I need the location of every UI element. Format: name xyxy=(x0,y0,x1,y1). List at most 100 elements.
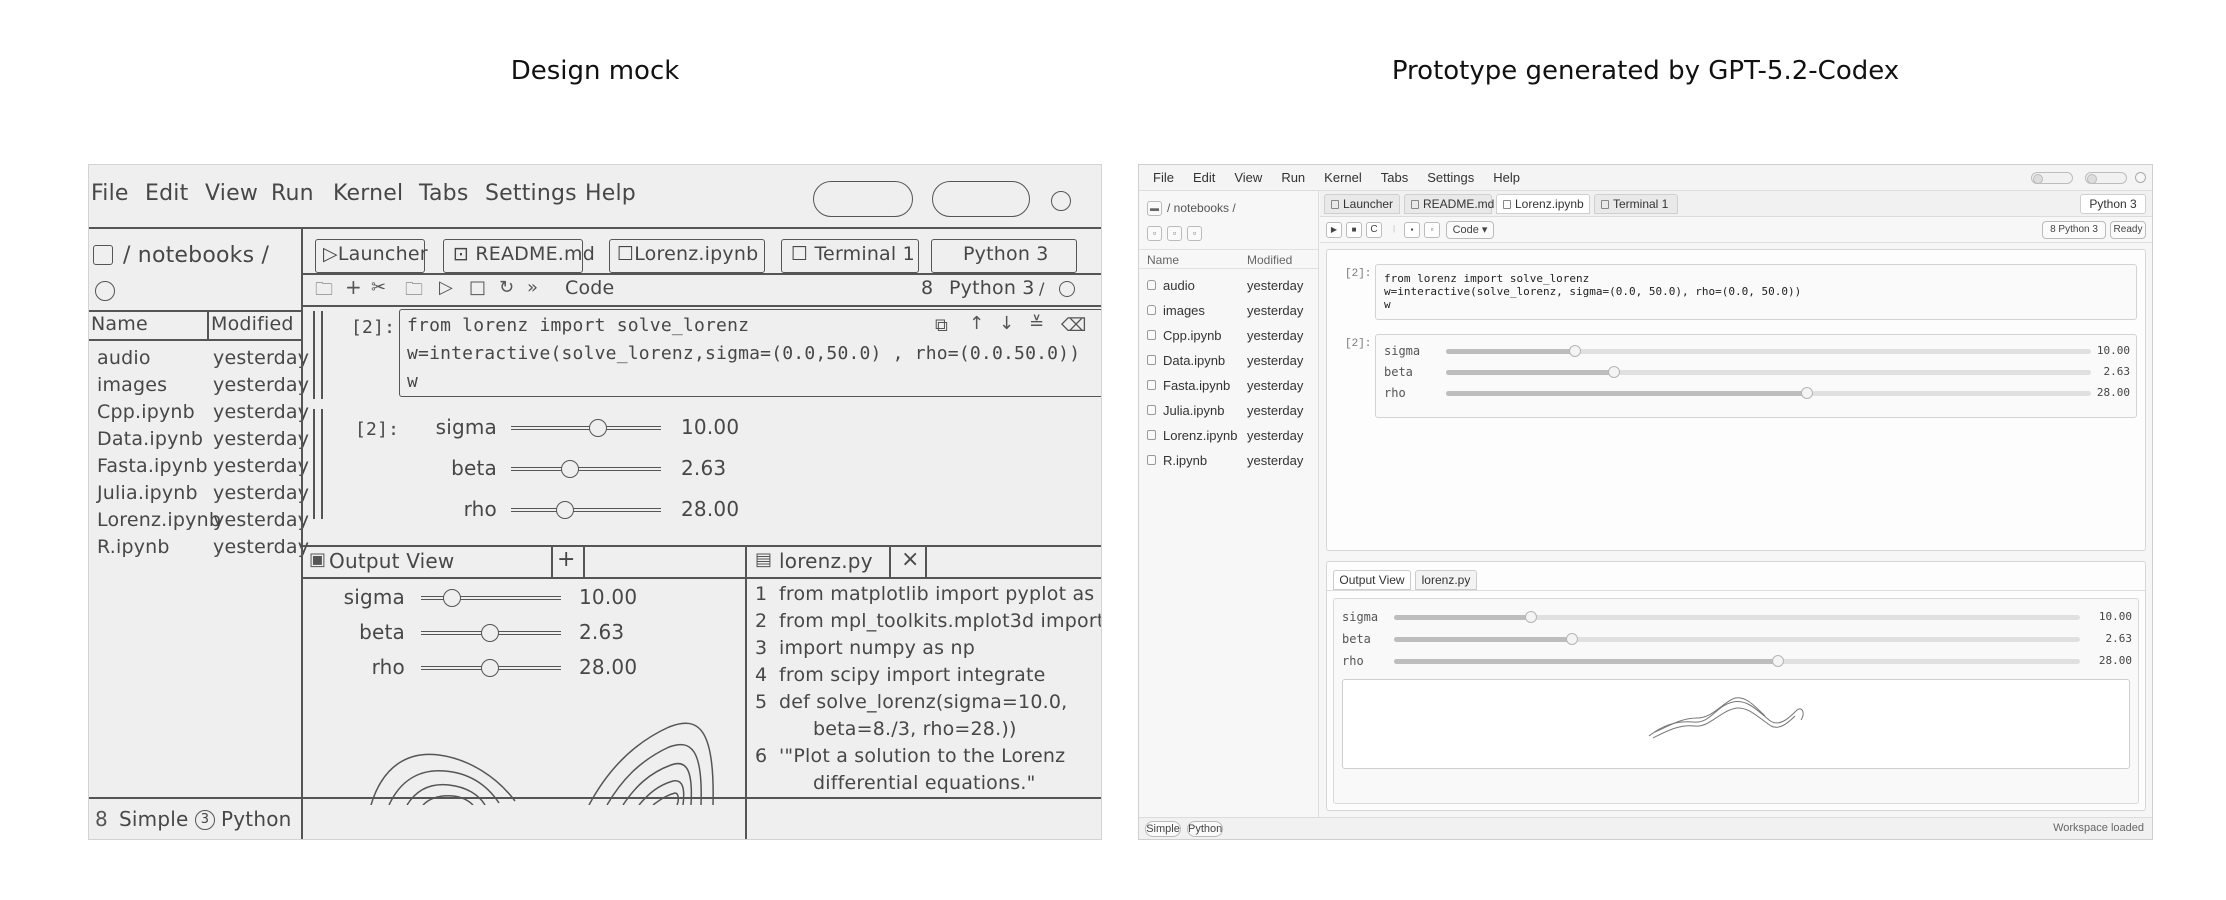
mock-insert-icon[interactable]: ≚ xyxy=(1029,313,1044,334)
proto-breadcrumb[interactable]: / notebooks / xyxy=(1167,201,1236,215)
mock-editor-title[interactable]: lorenz.py xyxy=(779,549,873,573)
mock-breadcrumb[interactable]: / notebooks / xyxy=(123,243,269,268)
mock-slider-knob[interactable] xyxy=(480,624,499,642)
proto-run-icon[interactable]: ▶ xyxy=(1326,222,1342,238)
mock-sidebar-checkbox[interactable] xyxy=(93,245,113,265)
proto-slider-track[interactable] xyxy=(1446,387,2091,399)
proto-folder-icon[interactable]: ▬ xyxy=(1147,200,1162,216)
proto-status-python[interactable]: Python xyxy=(1187,821,1223,837)
mock-add-cell-icon[interactable]: + xyxy=(345,275,362,299)
proto-stop-icon[interactable]: ■ xyxy=(1346,222,1362,238)
proto-file-row[interactable]: audio yesterday xyxy=(1139,273,1318,298)
proto-slider-knob[interactable] xyxy=(1525,611,1538,623)
proto-kernel-chip[interactable]: Python 3 xyxy=(2080,194,2146,214)
proto-menu-settings[interactable]: Settings xyxy=(1427,170,1474,185)
mock-cut-icon[interactable]: ✂ xyxy=(371,277,386,298)
proto-menu-tabs[interactable]: Tabs xyxy=(1381,170,1408,185)
proto-file-name: Cpp.ipynb xyxy=(1163,328,1222,343)
mock-toggle-1[interactable] xyxy=(813,181,913,217)
mock-slider-knob[interactable] xyxy=(560,460,579,478)
proto-file-row[interactable]: Julia.ipynb yesterday xyxy=(1139,398,1318,423)
mock-restart-icon[interactable]: ↻ xyxy=(499,277,514,298)
proto-new-folder-icon[interactable]: ▫ xyxy=(1147,226,1162,241)
proto-cell-type-select[interactable]: Code ▾ xyxy=(1446,221,1494,239)
proto-menu-edit[interactable]: Edit xyxy=(1193,170,1215,185)
mock-menu-run[interactable]: Run xyxy=(271,181,314,206)
mock-menu-help[interactable]: Help xyxy=(585,181,636,206)
proto-toggle-1[interactable] xyxy=(2031,172,2073,184)
mock-menu-tabs[interactable]: Tabs xyxy=(419,181,469,206)
mock-file-row[interactable]: images yesterday xyxy=(89,374,309,400)
mock-run-icon[interactable]: ▷ xyxy=(439,277,453,298)
mock-slider-knob[interactable] xyxy=(480,659,499,677)
proto-tab-terminal[interactable]: Terminal 1 xyxy=(1594,194,1678,214)
proto-slider-knob[interactable] xyxy=(1801,387,1814,399)
mock-refresh-circle[interactable] xyxy=(95,281,115,301)
proto-slider-knob[interactable] xyxy=(1772,655,1785,667)
proto-menu-file[interactable]: File xyxy=(1153,170,1174,185)
proto-slider-track[interactable] xyxy=(1394,611,2080,623)
proto-save-icon[interactable]: ▪ xyxy=(1404,222,1420,238)
proto-file-header-modified[interactable]: Modified xyxy=(1247,253,1292,267)
mock-file-row[interactable]: R.ipynb yesterday xyxy=(89,536,309,562)
proto-slider-knob[interactable] xyxy=(1566,633,1579,645)
mock-paste-icon[interactable]: 🗀 xyxy=(405,277,423,307)
mock-slider-knob[interactable] xyxy=(556,501,574,519)
proto-slider-track[interactable] xyxy=(1446,345,2091,357)
mock-menu-view[interactable]: View xyxy=(205,181,258,206)
proto-file-row[interactable]: Cpp.ipynb yesterday xyxy=(1139,323,1318,348)
proto-upload-icon[interactable]: ▫ xyxy=(1167,226,1182,241)
mock-save-icon[interactable]: 🗀 xyxy=(315,277,333,307)
proto-tab-lorenz[interactable]: Lorenz.ipynb xyxy=(1496,194,1590,214)
proto-copy-icon[interactable]: ▫ xyxy=(1424,222,1440,238)
mock-delete-icon[interactable]: ⌫ xyxy=(1061,315,1087,336)
proto-file-row[interactable]: images yesterday xyxy=(1139,298,1318,323)
proto-file-row[interactable]: R.ipynb yesterday xyxy=(1139,448,1318,473)
mock-file-header-modified[interactable]: Modified xyxy=(211,313,294,335)
mock-file-header-name[interactable]: Name xyxy=(91,313,148,335)
proto-status-simple[interactable]: Simple xyxy=(1145,821,1181,837)
proto-slider-knob[interactable] xyxy=(1607,366,1620,378)
mock-stop-icon[interactable]: □ xyxy=(469,277,486,298)
proto-menu-help[interactable]: Help xyxy=(1493,170,1520,185)
mock-menu-file[interactable]: File xyxy=(91,181,129,206)
mock-slider-track[interactable] xyxy=(511,426,661,430)
proto-file-header-name[interactable]: Name xyxy=(1147,253,1179,267)
proto-menu-view[interactable]: View xyxy=(1234,170,1262,185)
mock-file-row[interactable]: audio yesterday xyxy=(89,347,309,373)
mock-cell-type[interactable]: Code xyxy=(565,277,614,299)
proto-file-row[interactable]: Data.ipynb yesterday xyxy=(1139,348,1318,373)
mock-output-view-title[interactable]: Output View xyxy=(329,549,455,573)
mock-menu-edit[interactable]: Edit xyxy=(145,181,188,206)
mock-editor-close[interactable]: × xyxy=(901,547,920,572)
proto-code-cell[interactable]: from lorenz import solve_lorenz w=intera… xyxy=(1375,264,2137,320)
proto-tab-readme[interactable]: README.md xyxy=(1404,194,1494,214)
mock-slider-track[interactable] xyxy=(511,467,661,471)
mock-move-up-icon[interactable]: ↑ xyxy=(969,313,984,334)
proto-slider-track[interactable] xyxy=(1394,655,2080,667)
proto-restart-icon[interactable]: C xyxy=(1366,222,1382,238)
mock-fast-forward-icon[interactable]: » xyxy=(527,277,538,298)
proto-subtab-lorenz-py[interactable]: lorenz.py xyxy=(1415,570,1477,590)
proto-tab-launcher[interactable]: Launcher xyxy=(1324,194,1400,214)
proto-slider-knob[interactable] xyxy=(1569,345,1581,357)
mock-move-down-icon[interactable]: ↓ xyxy=(999,313,1014,334)
mock-toggle-2[interactable] xyxy=(932,181,1030,217)
mock-slider-track[interactable] xyxy=(511,508,661,512)
proto-slider-track[interactable] xyxy=(1394,633,2080,645)
proto-file-row[interactable]: Lorenz.ipynb yesterday xyxy=(1139,423,1318,448)
proto-subtab-output-view[interactable]: Output View xyxy=(1333,570,1411,590)
mock-simple-toggle-icon[interactable]: 8 xyxy=(95,807,108,831)
proto-slider-track[interactable] xyxy=(1446,366,2091,378)
proto-menu-run[interactable]: Run xyxy=(1281,170,1305,185)
mock-menu-kernel[interactable]: Kernel xyxy=(333,181,403,206)
mock-slider-knob[interactable] xyxy=(589,419,607,437)
proto-toggle-2[interactable] xyxy=(2085,172,2127,184)
proto-file-row[interactable]: Fasta.ipynb yesterday xyxy=(1139,373,1318,398)
mock-slider-knob[interactable] xyxy=(442,589,461,607)
mock-menu-settings[interactable]: Settings xyxy=(485,181,577,206)
proto-menu-kernel[interactable]: Kernel xyxy=(1324,170,1362,185)
proto-refresh-icon[interactable]: ▫ xyxy=(1187,226,1202,241)
mock-copy-icon[interactable]: ⧉ xyxy=(935,315,948,336)
mock-output-view-add[interactable]: + xyxy=(557,547,576,572)
